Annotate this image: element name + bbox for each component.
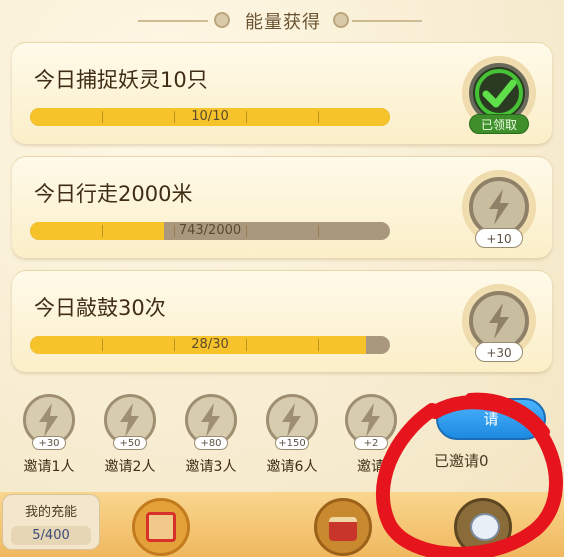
invite-label: 邀请 bbox=[357, 459, 385, 475]
invite-reward-3[interactable]: +80 邀请3人 bbox=[176, 392, 246, 478]
invite-reward-amount: +150 bbox=[275, 436, 309, 450]
invite-label: 邀请2人 bbox=[104, 459, 156, 475]
header-divider-left bbox=[138, 20, 208, 22]
section-title: 能量获得 bbox=[245, 12, 321, 33]
invite-reward-amount: +30 bbox=[32, 436, 66, 450]
header-ornament-right-icon bbox=[333, 12, 349, 28]
checkmark-icon bbox=[475, 69, 523, 117]
task-card-drum: 今日敲鼓30次 28/30 +30 bbox=[12, 270, 552, 372]
task-progress-bar: 743/2000 bbox=[30, 222, 390, 240]
drum-icon bbox=[329, 517, 357, 541]
invite-button[interactable]: 请 bbox=[436, 398, 546, 440]
item-slot-frame[interactable] bbox=[132, 498, 190, 556]
claimed-tag: 已领取 bbox=[469, 114, 529, 134]
invite-label: 邀请1人 bbox=[23, 459, 75, 475]
my-energy-title: 我的充能 bbox=[24, 505, 77, 520]
invite-reward-6[interactable]: +150 邀请6人 bbox=[257, 392, 327, 478]
progress-text: 10/10 bbox=[191, 109, 229, 124]
invite-reward-next[interactable]: +2 邀请 bbox=[336, 392, 406, 478]
pet-icon bbox=[470, 513, 500, 541]
reward-badge[interactable]: +10 bbox=[462, 170, 536, 248]
item-slot-pet[interactable] bbox=[454, 498, 512, 556]
invite-reward-2[interactable]: +50 邀请2人 bbox=[95, 392, 165, 478]
task-card-catch: 今日捕捉妖灵10只 10/10 已领取 bbox=[12, 42, 552, 144]
item-slot-drum[interactable] bbox=[314, 498, 372, 556]
invite-reward-amount: +80 bbox=[194, 436, 228, 450]
reward-amount-tag: +30 bbox=[475, 342, 523, 362]
task-title: 今日捕捉妖灵10只 bbox=[34, 68, 208, 92]
invite-reward-1[interactable]: +30 邀请1人 bbox=[14, 392, 84, 478]
reward-badge[interactable]: +30 bbox=[462, 284, 536, 362]
progress-text: 743/2000 bbox=[178, 223, 242, 238]
section-header: 能量获得 bbox=[0, 8, 564, 34]
invite-label: 邀请3人 bbox=[185, 459, 237, 475]
invite-reward-amount: +2 bbox=[354, 436, 388, 450]
energy-panel: 能量获得 今日捕捉妖灵10只 10/10 已领取 今日行走2000米 743/2… bbox=[0, 0, 564, 557]
task-title: 今日敲鼓30次 bbox=[34, 296, 166, 320]
task-progress-bar: 28/30 bbox=[30, 336, 390, 354]
reward-claimed-badge[interactable]: 已领取 bbox=[462, 56, 536, 134]
invite-label: 邀请6人 bbox=[266, 459, 318, 475]
invite-reward-amount: +50 bbox=[113, 436, 147, 450]
reward-amount-tag: +10 bbox=[475, 228, 523, 248]
frame-icon bbox=[146, 512, 176, 542]
my-energy-value: 5/400 bbox=[11, 526, 91, 545]
header-ornament-left-icon bbox=[214, 12, 230, 28]
header-divider-right bbox=[352, 20, 422, 22]
invited-count-text: 已邀请0 bbox=[434, 452, 489, 470]
task-card-walk: 今日行走2000米 743/2000 +10 bbox=[12, 156, 552, 258]
progress-text: 28/30 bbox=[191, 337, 229, 352]
my-energy-box: 我的充能 5/400 bbox=[2, 494, 100, 550]
task-progress-bar: 10/10 bbox=[30, 108, 390, 126]
lightning-icon bbox=[489, 189, 509, 225]
task-title: 今日行走2000米 bbox=[34, 182, 193, 206]
lightning-icon bbox=[489, 303, 509, 339]
